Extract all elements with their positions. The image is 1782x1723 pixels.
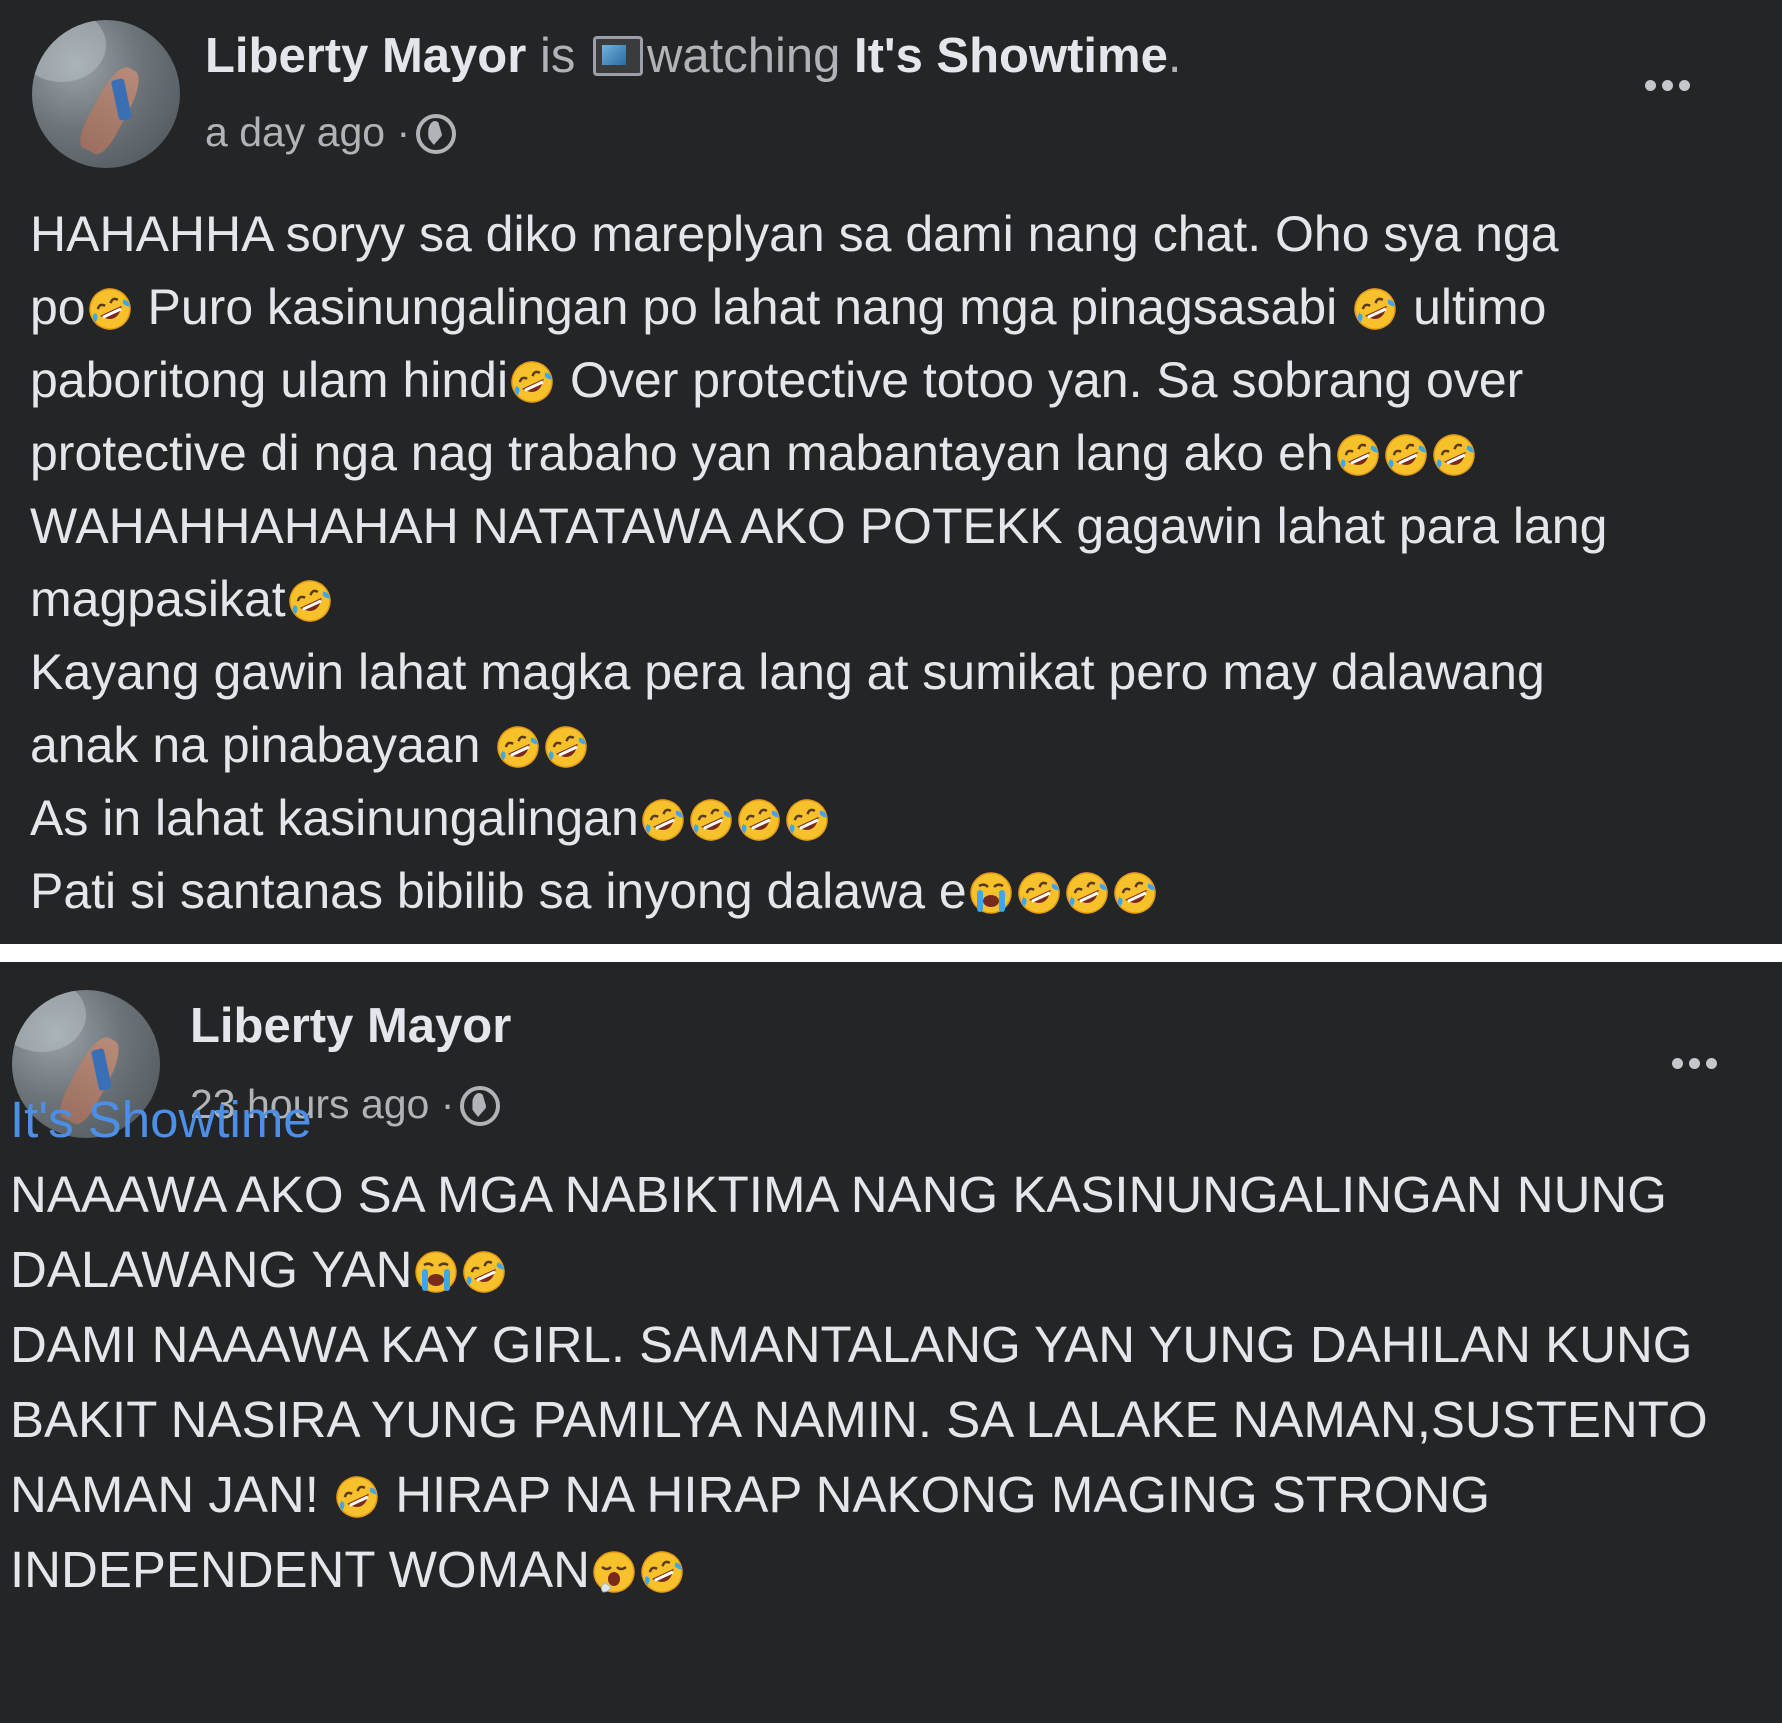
post-text: HAHAHHA soryy sa diko mareplyan sa dami … <box>30 198 1607 928</box>
post-timestamp[interactable]: a day ago <box>205 109 385 155</box>
text-segment: Over protective totoo yan. Sa sobrang ov… <box>556 352 1524 408</box>
text-segment: NAAAWA AKO SA MGA NABIKTIMA NANG KASINUN… <box>10 1166 1667 1223</box>
text-segment: Pati si santanas bibilib sa inyong dalaw… <box>30 863 967 919</box>
crying-emoji-icon <box>968 870 1014 916</box>
text-segment: po <box>30 279 86 335</box>
text-segment: paboritong ulam hindi <box>30 352 509 408</box>
text-segment: As in lahat kasinungalingan <box>30 790 639 846</box>
rofl-emoji-icon <box>543 724 589 770</box>
text-segment: WAHAHHAHAHAH NATATAWA AKO POTEKK gagawin… <box>30 498 1608 554</box>
post-text-line: HAHAHHA soryy sa diko mareplyan sa dami … <box>30 198 1607 271</box>
post-header: Liberty Mayor is watching It's Showtime. <box>205 26 1181 86</box>
activity-period: . <box>1167 29 1182 83</box>
author-name[interactable]: Liberty Mayor <box>190 999 511 1053</box>
post-text-line: protective di nga nag trabaho yan mabant… <box>30 417 1607 490</box>
rofl-emoji-icon <box>1431 432 1477 478</box>
rofl-emoji-icon <box>639 1549 685 1595</box>
post-text-line: WAHAHHAHAHAH NATATAWA AKO POTEKK gagawin… <box>30 490 1607 563</box>
text-segment: ultimo <box>1399 279 1547 335</box>
rofl-emoji-icon <box>1016 870 1062 916</box>
rofl-emoji-icon <box>495 724 541 770</box>
rofl-emoji-icon <box>1335 432 1381 478</box>
rofl-emoji-icon <box>287 578 333 624</box>
post-text-line: INDEPENDENT WOMAN <box>10 1532 1708 1607</box>
more-options-icon[interactable] <box>1645 80 1690 91</box>
post-text-line: Pati si santanas bibilib sa inyong dalaw… <box>30 855 1607 928</box>
post-text-line: BAKIT NASIRA YUNG PAMILYA NAMIN. SA LALA… <box>10 1382 1708 1457</box>
more-options-icon[interactable] <box>1672 1058 1717 1069</box>
text-segment: DAMI NAAAWA KAY GIRL. SAMANTALANG YAN YU… <box>10 1316 1693 1373</box>
activity-is: is <box>539 29 576 83</box>
text-segment: HAHAHHA soryy sa diko mareplyan sa dami … <box>30 206 1559 262</box>
rofl-emoji-icon <box>87 286 133 332</box>
post-text-line: As in lahat kasinungalingan <box>30 782 1607 855</box>
yawning-emoji-icon <box>591 1549 637 1595</box>
text-segment: HIRAP NA HIRAP NAKONG MAGING STRONG <box>381 1466 1491 1523</box>
rofl-emoji-icon <box>784 797 830 843</box>
post-text-line: po Puro kasinungalingan po lahat nang mg… <box>30 271 1607 344</box>
activity-verb: watching <box>646 29 841 83</box>
text-segment: anak na pinabayaan <box>30 717 495 773</box>
avatar[interactable] <box>32 20 180 168</box>
text-segment: protective di nga nag trabaho yan mabant… <box>30 425 1334 481</box>
rofl-emoji-icon <box>509 359 555 405</box>
post-text-line: magpasikat <box>30 563 1607 636</box>
rofl-emoji-icon <box>1112 870 1158 916</box>
post-text-line: DAMI NAAAWA KAY GIRL. SAMANTALANG YAN YU… <box>10 1307 1708 1382</box>
crying-emoji-icon <box>413 1249 459 1295</box>
rofl-emoji-icon <box>1352 286 1398 332</box>
post-text: It's Showtime NAAAWA AKO SA MGA NABIKTIMA… <box>10 1082 1708 1607</box>
meta-separator: · <box>396 109 411 155</box>
page-tag-link[interactable]: It's Showtime <box>10 1082 1708 1157</box>
post-card: Liberty Mayor 23 hours ago · It's Showti… <box>0 962 1782 1723</box>
rofl-emoji-icon <box>640 797 686 843</box>
post-text-line: Kayang gawin lahat magka pera lang at su… <box>30 636 1607 709</box>
post-text-line: NAAAWA AKO SA MGA NABIKTIMA NANG KASINUN… <box>10 1157 1708 1232</box>
text-segment: INDEPENDENT WOMAN <box>10 1541 590 1598</box>
post-text-line: anak na pinabayaan <box>30 709 1607 782</box>
text-segment: Puro kasinungalingan po lahat nang mga p… <box>133 279 1352 335</box>
post-meta: a day ago · <box>205 107 457 157</box>
tv-icon <box>592 36 643 76</box>
post-text-line: paboritong ulam hindi Over protective to… <box>30 344 1607 417</box>
text-segment: DALAWANG YAN <box>10 1241 413 1298</box>
rofl-emoji-icon <box>736 797 782 843</box>
rofl-emoji-icon <box>688 797 734 843</box>
text-segment: Kayang gawin lahat magka pera lang at su… <box>30 644 1545 700</box>
globe-icon[interactable] <box>416 114 457 154</box>
text-segment: magpasikat <box>30 571 286 627</box>
post-text-line: DALAWANG YAN <box>10 1232 1708 1307</box>
activity-target-link[interactable]: It's Showtime <box>854 29 1168 83</box>
rofl-emoji-icon <box>334 1474 380 1520</box>
rofl-emoji-icon <box>1064 870 1110 916</box>
rofl-emoji-icon <box>461 1249 507 1295</box>
post-text-line: NAMAN JAN! HIRAP NA HIRAP NAKONG MAGING … <box>10 1457 1708 1532</box>
author-name[interactable]: Liberty Mayor <box>205 29 526 83</box>
post-card: Liberty Mayor is watching It's Showtime.… <box>0 0 1782 944</box>
post-header: Liberty Mayor <box>190 996 511 1056</box>
rofl-emoji-icon <box>1383 432 1429 478</box>
text-segment: NAMAN JAN! <box>10 1466 334 1523</box>
text-segment: BAKIT NASIRA YUNG PAMILYA NAMIN. SA LALA… <box>10 1391 1708 1448</box>
